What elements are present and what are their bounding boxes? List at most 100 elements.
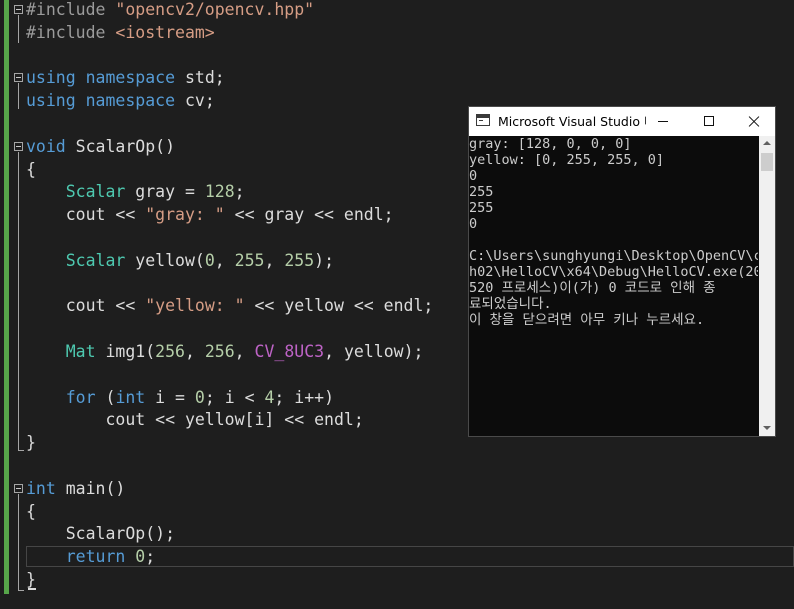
code-token: , [184, 342, 205, 361]
outline-guide [18, 494, 19, 590]
code-token: ; i < [204, 387, 265, 407]
console-line: yellow: [0, 255, 255, 0] [469, 152, 665, 168]
code-token: cout << yellow[i] << endl; [26, 410, 364, 430]
code-line[interactable]: Scalar gray = 128; [26, 180, 245, 203]
code-token: for [65, 387, 96, 407]
outline-guide [18, 83, 19, 109]
code-token: 0 [204, 250, 215, 270]
code-token: ScalarOp() [65, 136, 176, 156]
code-token: main() [55, 478, 126, 498]
collapse-include-icon[interactable] [14, 5, 23, 14]
console-output[interactable]: gray: [128, 0, 0, 0] yellow: [0, 255, 255… [469, 136, 758, 436]
console-line: gray: [128, 0, 0, 0] [469, 136, 632, 152]
outline-guide-end [18, 450, 24, 451]
code-line[interactable]: #include "opencv2/opencv.hpp" [26, 0, 314, 21]
code-token: { [26, 159, 36, 179]
code-line[interactable]: cout << "yellow: " << yellow << endl; [26, 294, 434, 317]
console-scrollbar[interactable] [759, 136, 775, 436]
code-line[interactable]: for (int i = 0; i < 4; i++) [26, 386, 334, 409]
scrollbar-thumb[interactable] [761, 153, 773, 171]
collapse-using-icon[interactable] [14, 73, 23, 82]
minimize-icon[interactable] [640, 107, 686, 136]
code-token: #include [26, 22, 116, 42]
code-token: 256 [155, 342, 185, 361]
code-token: yellow( [125, 250, 205, 270]
code-token: 255 [284, 250, 315, 270]
code-token: Mat [65, 342, 96, 361]
code-line[interactable]: using namespace std; [26, 66, 225, 89]
close-icon[interactable] [731, 107, 777, 136]
code-line[interactable]: using namespace cv; [26, 89, 215, 112]
console-line: C:\Users\sunghyungi\Desktop\OpenCV\c [469, 248, 758, 264]
code-token: return [65, 547, 126, 567]
code-token: using [26, 91, 76, 111]
code-line[interactable]: ScalarOp(); [26, 522, 175, 545]
debug-console-window[interactable]: Microsoft Visual Studio 디버그 콘솔 gray: [12… [468, 106, 776, 437]
code-token: "gray: " [145, 205, 225, 225]
code-token: gray = [125, 182, 205, 202]
console-app-icon [476, 114, 490, 126]
code-line[interactable]: cout << "gray: " << gray << endl; [26, 203, 394, 226]
code-token: { [26, 501, 36, 521]
console-titlebar[interactable]: Microsoft Visual Studio 디버그 콘솔 [469, 107, 775, 136]
console-line: 520 프로세스)이(가) 0 코드로 인해 종 [469, 280, 716, 296]
outline-guide [18, 152, 19, 450]
code-token: i = [145, 387, 195, 407]
code-line[interactable]: cout << yellow[i] << endl; [26, 408, 364, 431]
code-token: } [26, 433, 36, 453]
code-line[interactable]: { [26, 500, 36, 523]
console-line: 이 창을 닫으려면 아무 키나 누르세요. [469, 312, 705, 328]
outline-guide [18, 15, 19, 43]
code-line[interactable]: return 0; [26, 545, 155, 568]
scroll-down-arrow-icon[interactable] [763, 426, 771, 430]
code-token: 4 [264, 387, 275, 407]
code-token: using [26, 68, 76, 88]
console-line: 0 [469, 168, 478, 184]
code-token: namespace [85, 91, 176, 111]
code-token: ); [314, 250, 335, 270]
code-token: std; [175, 68, 225, 88]
code-token: , [234, 342, 255, 361]
code-line[interactable]: #include <iostream> [26, 21, 215, 44]
outline-guide-end [18, 590, 24, 591]
code-token: ; i++) [274, 387, 335, 407]
code-line[interactable]: Mat img1(256, 256, CV_8UC3, yellow); [26, 340, 424, 363]
console-line: 255 [469, 200, 494, 216]
code-token: Scalar [65, 182, 126, 202]
code-token: int [115, 387, 146, 407]
code-token: namespace [85, 68, 176, 88]
code-line[interactable]: Scalar yellow(0, 255, 255); [26, 249, 334, 272]
code-line[interactable]: } [26, 431, 36, 454]
code-token: } [26, 570, 36, 589]
code-token: "opencv2/opencv.hpp" [115, 0, 315, 19]
code-token: 255 [234, 250, 265, 270]
code-line[interactable]: int main() [26, 477, 125, 500]
code-token: cout << [26, 296, 146, 316]
code-token: CV_8UC3 [254, 342, 325, 361]
code-token: , [264, 250, 285, 270]
code-line[interactable]: void ScalarOp() [26, 135, 175, 158]
collapse-main-icon[interactable] [14, 484, 23, 493]
code-token: ; [145, 547, 156, 567]
maximize-icon[interactable] [686, 107, 732, 136]
console-line: 0 [469, 216, 478, 232]
text-caret [28, 588, 36, 590]
code-token: ( [95, 387, 116, 407]
code-token: void [26, 136, 66, 156]
scroll-up-arrow-icon[interactable] [763, 141, 771, 145]
console-line: h02\HelloCV\x64\Debug\HelloCV.exe(20 [469, 264, 758, 280]
collapse-scalarop-icon[interactable] [14, 142, 23, 151]
code-line[interactable]: { [26, 158, 36, 181]
code-token: <iostream> [115, 22, 215, 42]
code-token: ScalarOp(); [26, 524, 176, 544]
code-token: img1( [95, 342, 156, 361]
code-token: << gray << endl; [224, 205, 394, 225]
